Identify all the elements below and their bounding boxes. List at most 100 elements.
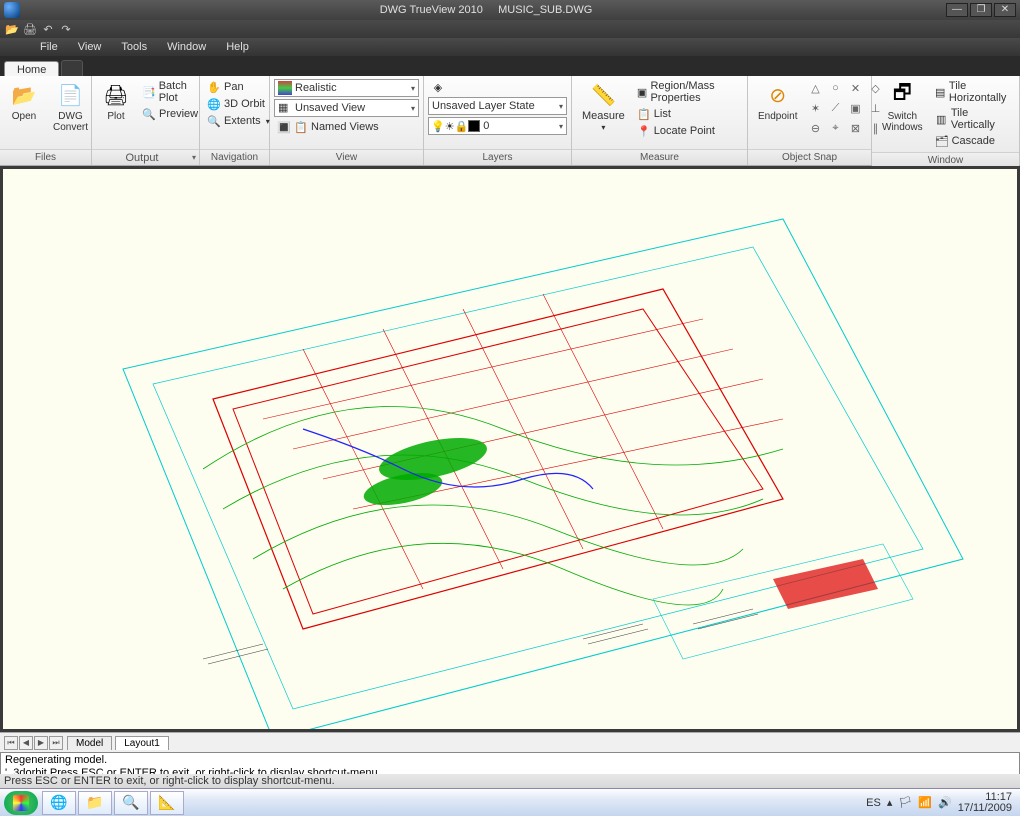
menu-window[interactable]: Window <box>157 41 216 53</box>
tile-h-button[interactable]: ▤Tile Horizontally <box>932 79 1015 105</box>
ribbon: 📂 Open 📄 DWG Convert Files 🖨 Plot 📑Batch… <box>0 76 1020 166</box>
tray-network-icon[interactable]: 📶 <box>918 796 932 809</box>
tile-v-label: Tile Vertically <box>951 107 1012 131</box>
locate-icon: 📍 <box>637 124 651 138</box>
tab-home[interactable]: Home <box>4 61 59 76</box>
tile-v-button[interactable]: ▥Tile Vertically <box>932 106 1015 132</box>
ruler-icon: 📏 <box>589 81 617 109</box>
panel-osnap-title: Object Snap <box>748 149 871 165</box>
open-icon[interactable]: 📂 <box>4 21 20 37</box>
preview-label: Preview <box>159 108 198 120</box>
snap-ext-icon[interactable]: ⟋ <box>826 99 844 117</box>
drawing-viewport[interactable] <box>3 169 1017 729</box>
panel-files-title: Files <box>0 149 91 165</box>
panel-window: 🗗 Switch Windows ▤Tile Horizontally ▥Til… <box>872 76 1020 165</box>
saved-view-combo[interactable]: ▦Unsaved View▾ <box>274 99 419 117</box>
open-label: Open <box>12 111 36 122</box>
snap-node-icon[interactable]: ✕ <box>846 79 864 97</box>
tab-model[interactable]: Model <box>67 736 112 750</box>
snap-app-icon[interactable]: ⊠ <box>846 119 864 137</box>
pan-button[interactable]: ✋Pan <box>204 79 273 95</box>
region-icon: ▣ <box>637 85 648 99</box>
layer-combo[interactable]: 💡 ☀ 🔒 0 ▾ <box>428 117 567 135</box>
file-name: MUSIC_SUB.DWG <box>498 4 592 16</box>
tab-prev-button[interactable]: ◀ <box>19 736 33 750</box>
tray-volume-icon[interactable]: 🔊 <box>938 796 952 809</box>
taskbar-ie[interactable]: 🌐 <box>42 791 76 815</box>
minimize-button[interactable]: — <box>946 3 968 17</box>
menu-help[interactable]: Help <box>216 41 259 53</box>
tab-layout1[interactable]: Layout1 <box>115 736 169 750</box>
status-text: Press ESC or ENTER to exit, or right-cli… <box>4 775 335 787</box>
snap-near-icon[interactable]: ⌖ <box>826 119 844 137</box>
extents-label: Extents <box>224 115 261 127</box>
command-line-1: Regenerating model. <box>5 754 1015 767</box>
tab-last-button[interactable]: ⏭ <box>49 736 63 750</box>
redo-icon[interactable]: ↷ <box>58 21 74 37</box>
convert-icon: 📄 <box>57 81 85 109</box>
language-indicator[interactable]: ES <box>866 797 881 809</box>
panel-navigation: ✋Pan 🌐3D Orbit 🔍Extents▾ Navigation <box>200 76 270 165</box>
open-button[interactable]: 📂 Open <box>4 79 44 124</box>
preview-icon: 🔍 <box>142 107 156 121</box>
folder-open-icon: 📂 <box>10 81 38 109</box>
list-label: List <box>654 108 671 120</box>
extents-icon: 🔍 <box>207 114 221 128</box>
preview-button[interactable]: 🔍Preview <box>139 106 201 122</box>
panel-osnap: ⊘ Endpoint △ ○ ✕ ◇ ✶ ⟋ ▣ ⊥ ⊖ ⌖ <box>748 76 872 165</box>
tab-extra[interactable] <box>61 60 83 76</box>
lock-icon: 🔒 <box>455 120 469 133</box>
visual-style-combo[interactable]: Realistic▾ <box>274 79 419 97</box>
layer-state-combo[interactable]: Unsaved Layer State▾ <box>428 97 567 115</box>
snap-int-icon[interactable]: ✶ <box>806 99 824 117</box>
list-button[interactable]: 📋List <box>634 106 743 122</box>
locate-button[interactable]: 📍Locate Point <box>634 123 743 139</box>
endpoint-button[interactable]: ⊘ Endpoint <box>752 79 803 124</box>
batch-plot-button[interactable]: 📑Batch Plot <box>139 79 201 105</box>
switch-windows-icon: 🗗 <box>888 81 916 109</box>
close-button[interactable]: ✕ <box>994 3 1016 17</box>
cascade-button[interactable]: 🗂Cascade <box>932 133 1015 149</box>
tile-h-icon: ▤ <box>935 85 946 99</box>
plot-button[interactable]: 🖨 Plot <box>96 79 136 124</box>
taskbar-trueview[interactable]: 📐 <box>150 791 184 815</box>
snap-ins-icon[interactable]: ▣ <box>846 99 864 117</box>
measure-label: Measure <box>582 110 625 122</box>
taskbar-explorer[interactable]: 📁 <box>78 791 112 815</box>
cascade-icon: 🗂 <box>935 134 949 148</box>
endpoint-icon: ⊘ <box>764 81 792 109</box>
extents-button[interactable]: 🔍Extents▾ <box>204 113 273 129</box>
snap-tan-icon[interactable]: ⊖ <box>806 119 824 137</box>
dwg-convert-button[interactable]: 📄 DWG Convert <box>47 79 94 135</box>
taskbar-magnifier[interactable]: 🔍 <box>114 791 148 815</box>
orbit-button[interactable]: 🌐3D Orbit <box>204 96 273 112</box>
maximize-button[interactable]: ❐ <box>970 3 992 17</box>
menu-file[interactable]: File <box>30 41 68 53</box>
snap-mid-icon[interactable]: △ <box>806 79 824 97</box>
endpoint-label: Endpoint <box>758 111 797 122</box>
chevron-down-icon: ▾ <box>559 102 563 111</box>
app-icon[interactable] <box>4 2 20 18</box>
tray-flag-icon[interactable]: 🏳 <box>898 796 912 809</box>
panel-view: Realistic▾ ▦Unsaved View▾ 🔳📋Named Views … <box>270 76 424 165</box>
region-button[interactable]: ▣Region/Mass Properties <box>634 79 743 105</box>
panel-measure: 📏 Measure▾ ▣Region/Mass Properties 📋List… <box>572 76 748 165</box>
model-layout-tabs: ⏮ ◀ ▶ ⏭ Model Layout1 <box>0 732 1020 752</box>
menu-tools[interactable]: Tools <box>111 41 157 53</box>
undo-icon[interactable]: ↶ <box>40 21 56 37</box>
taskbar-clock[interactable]: 11:17 17/11/2009 <box>958 792 1016 814</box>
measure-button[interactable]: 📏 Measure▾ <box>576 79 631 135</box>
tab-next-button[interactable]: ▶ <box>34 736 48 750</box>
tile-v-icon: ▥ <box>935 112 948 126</box>
tab-first-button[interactable]: ⏮ <box>4 736 18 750</box>
tray-chevron-icon[interactable]: ▴ <box>887 796 893 809</box>
clock-date: 17/11/2009 <box>958 803 1012 814</box>
switch-windows-button[interactable]: 🗗 Switch Windows <box>876 79 929 135</box>
named-views-button[interactable]: 🔳📋Named Views <box>274 119 419 135</box>
snap-center-icon[interactable]: ○ <box>826 79 844 97</box>
layer-control-button[interactable]: ◈ <box>428 79 567 95</box>
menu-view[interactable]: View <box>68 41 112 53</box>
dropdown-icon[interactable]: ▾ <box>192 150 196 166</box>
start-button[interactable] <box>4 791 38 815</box>
plot-icon[interactable]: 🖨 <box>22 21 38 37</box>
